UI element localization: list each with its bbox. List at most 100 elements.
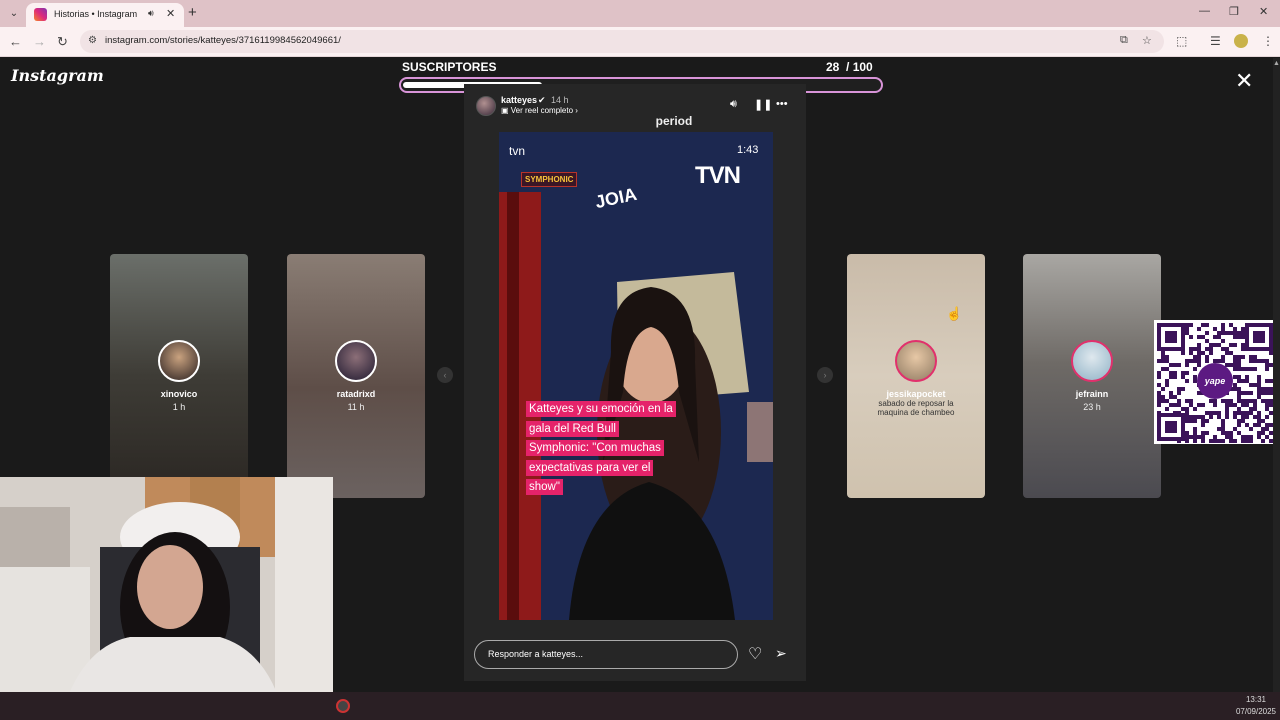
qr-module (1249, 399, 1253, 403)
qr-module (1201, 423, 1205, 427)
pause-icon[interactable]: ❚❚ (754, 98, 772, 111)
back-icon[interactable]: ← (9, 34, 22, 49)
window-close-icon[interactable]: ✕ (1259, 5, 1268, 18)
qr-module (1249, 435, 1253, 439)
verified-badge-icon: ✔ (538, 95, 546, 105)
qr-module (1197, 335, 1201, 339)
site-info-icon[interactable]: ⚙ (88, 35, 97, 46)
story-card-jessikapocket[interactable]: jessikapocket sabado de reposar la maqui… (847, 254, 985, 498)
qr-module (1265, 379, 1269, 383)
forward-icon[interactable]: → (33, 34, 46, 49)
speaker-icon[interactable]: 🔊︎ (148, 8, 154, 19)
qr-module (1225, 351, 1229, 355)
qr-module (1205, 331, 1209, 335)
qr-module (1197, 327, 1201, 331)
qr-module (1233, 359, 1237, 363)
qr-module (1205, 431, 1209, 435)
send-share-icon[interactable]: ➢ (775, 645, 787, 662)
qr-module (1249, 411, 1253, 415)
qr-module (1237, 335, 1241, 339)
qr-module (1233, 403, 1237, 407)
qr-module (1225, 431, 1229, 435)
qr-module (1229, 399, 1233, 403)
clock-time[interactable]: 13:31 (1236, 695, 1266, 704)
reload-icon[interactable]: ↻ (57, 34, 68, 50)
clock-date[interactable]: 07/09/2025 (1222, 707, 1276, 716)
reply-input[interactable]: Responder a katteyes... (474, 640, 738, 669)
qr-module (1197, 435, 1201, 439)
story-card-xinovico[interactable]: xinovico 1 h (110, 254, 248, 498)
avatar (335, 340, 377, 382)
qr-module (1225, 407, 1229, 411)
qr-module (1265, 407, 1269, 411)
more-options-icon[interactable]: ••• (776, 98, 788, 110)
cast-icon[interactable]: ⧉ (1120, 34, 1128, 47)
story-username[interactable]: katteyes (501, 95, 537, 105)
instagram-logo[interactable]: Instagram (11, 66, 104, 85)
qr-module (1261, 387, 1265, 391)
story-card-ratadrixd[interactable]: ratadrixd 11 h (287, 254, 425, 498)
subs-goal-label: SUSCRIPTORES (402, 60, 497, 74)
address-bar[interactable]: ⚙ instagram.com/stories/katteyes/3716119… (80, 30, 1164, 53)
qr-module (1241, 411, 1245, 415)
qr-module (1157, 403, 1161, 407)
video-timestamp: 1:43 (737, 144, 759, 156)
qr-module (1245, 439, 1249, 443)
tab-close-icon[interactable]: ✕ (166, 7, 175, 20)
profile-avatar[interactable] (1234, 34, 1248, 48)
qr-module (1229, 351, 1233, 355)
story-card-jefrainn[interactable]: jefrainn 23 h (1023, 254, 1161, 498)
qr-module (1197, 351, 1201, 355)
qr-module (1193, 431, 1197, 435)
qr-module (1161, 387, 1165, 391)
browser-tab[interactable]: Historias • Instagram 🔊︎ ✕ (26, 3, 184, 27)
scroll-up-arrow-icon[interactable]: ▲ (1273, 60, 1280, 67)
qr-module (1265, 367, 1269, 371)
qr-module (1241, 367, 1245, 371)
obs-app-icon[interactable] (336, 699, 350, 713)
next-story-arrow-icon[interactable]: › (817, 367, 833, 383)
qr-module (1253, 423, 1257, 427)
subs-goal-count: 28 / 100 (826, 60, 873, 74)
qr-module (1241, 391, 1245, 395)
browser-tab-bar: ⌄ Historias • Instagram 🔊︎ ✕ + — ❐ ✕ (0, 0, 1280, 27)
menu-kebab-icon[interactable]: ⋮ (1262, 34, 1274, 48)
qr-module (1165, 407, 1169, 411)
like-heart-icon[interactable]: ♡ (748, 644, 762, 664)
qr-module (1213, 435, 1217, 439)
reading-list-icon[interactable]: ☰ (1210, 34, 1221, 48)
qr-module (1189, 415, 1193, 419)
qr-module (1249, 383, 1253, 387)
qr-module (1165, 399, 1169, 403)
qr-module (1189, 399, 1193, 403)
qr-module (1233, 375, 1237, 379)
bookmark-star-icon[interactable]: ☆ (1142, 34, 1152, 47)
qr-module (1169, 391, 1173, 395)
story-video[interactable]: tvn 1:43 TVN JOIA SYMPHONIC Katteyes y s… (499, 132, 773, 620)
tab-search-chevron-icon[interactable]: ⌄ (6, 6, 22, 22)
restore-icon[interactable]: ❐ (1229, 5, 1239, 18)
qr-module (1205, 419, 1209, 423)
qr-module (1253, 355, 1257, 359)
story-avatar[interactable] (476, 96, 496, 116)
qr-module (1225, 347, 1229, 351)
close-stories-icon[interactable]: ✕ (1235, 70, 1253, 92)
qr-module (1189, 359, 1193, 363)
volume-icon[interactable]: 🔊︎ (730, 98, 737, 111)
extensions-icon[interactable]: ⬚ (1176, 34, 1187, 48)
qr-module (1253, 399, 1257, 403)
qr-module (1221, 359, 1225, 363)
qr-module (1201, 439, 1205, 443)
new-tab-button[interactable]: + (188, 4, 197, 21)
previous-story-arrow-icon[interactable]: ‹ (437, 367, 453, 383)
url-text[interactable]: instagram.com/stories/katteyes/371611998… (105, 35, 341, 46)
page-scrollbar[interactable]: ▲ (1273, 58, 1280, 692)
qr-module (1169, 375, 1173, 379)
qr-module (1201, 435, 1205, 439)
minimize-icon[interactable]: — (1199, 5, 1210, 17)
qr-module (1209, 399, 1213, 403)
qr-module (1205, 359, 1209, 363)
qr-module (1225, 415, 1229, 419)
qr-module (1261, 431, 1265, 435)
story-time: 23 h (1083, 402, 1101, 412)
